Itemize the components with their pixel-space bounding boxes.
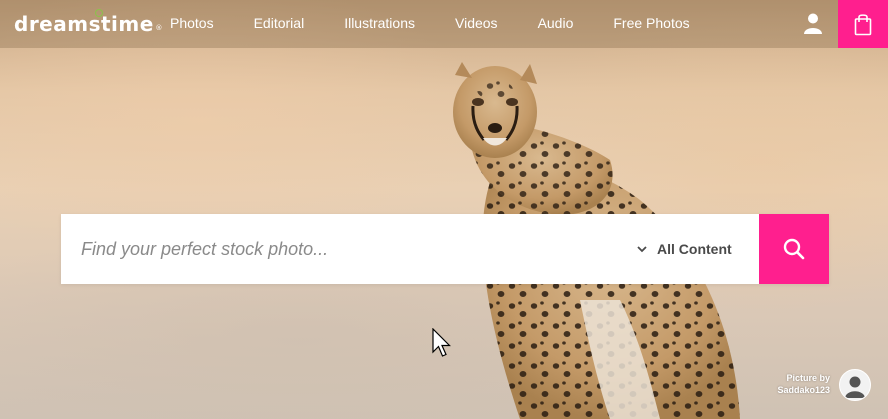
nav-item-videos[interactable]: Videos — [455, 0, 498, 48]
nav-item-illustrations[interactable]: Illustrations — [344, 0, 415, 48]
logo-registered-mark: ® — [155, 24, 163, 32]
nav-item-photos[interactable]: Photos — [170, 0, 214, 48]
cart-button[interactable] — [838, 0, 888, 48]
main-nav: Photos Editorial Illustrations Videos Au… — [170, 0, 730, 48]
avatar-person-icon — [845, 376, 865, 398]
top-navigation-bar: dreamstime ® Photos Editorial Illustrati… — [0, 0, 888, 48]
chevron-down-icon — [637, 246, 647, 253]
photo-credit: Picture by Saddako123 — [740, 372, 830, 396]
shopping-bag-icon — [854, 14, 872, 36]
user-account-button[interactable] — [800, 11, 826, 37]
content-type-label: All Content — [657, 241, 732, 257]
search-button[interactable] — [759, 214, 829, 284]
dreamstime-logo[interactable]: dreamstime ® — [14, 9, 162, 36]
mouse-cursor-icon — [432, 328, 451, 357]
credit-author[interactable]: Saddako123 — [740, 384, 830, 396]
content-type-dropdown[interactable]: All Content — [635, 214, 732, 284]
nav-item-free-photos[interactable]: Free Photos — [613, 0, 689, 48]
logo-dot-icon — [95, 9, 103, 17]
search-input[interactable] — [61, 214, 621, 284]
user-icon — [804, 13, 822, 34]
nav-item-editorial[interactable]: Editorial — [254, 0, 305, 48]
search-bar: All Content — [61, 214, 829, 284]
logo-text: dreamstime — [14, 12, 154, 36]
author-avatar[interactable] — [839, 369, 871, 401]
credit-label: Picture by — [786, 373, 830, 383]
search-icon — [783, 238, 805, 260]
nav-item-audio[interactable]: Audio — [538, 0, 574, 48]
